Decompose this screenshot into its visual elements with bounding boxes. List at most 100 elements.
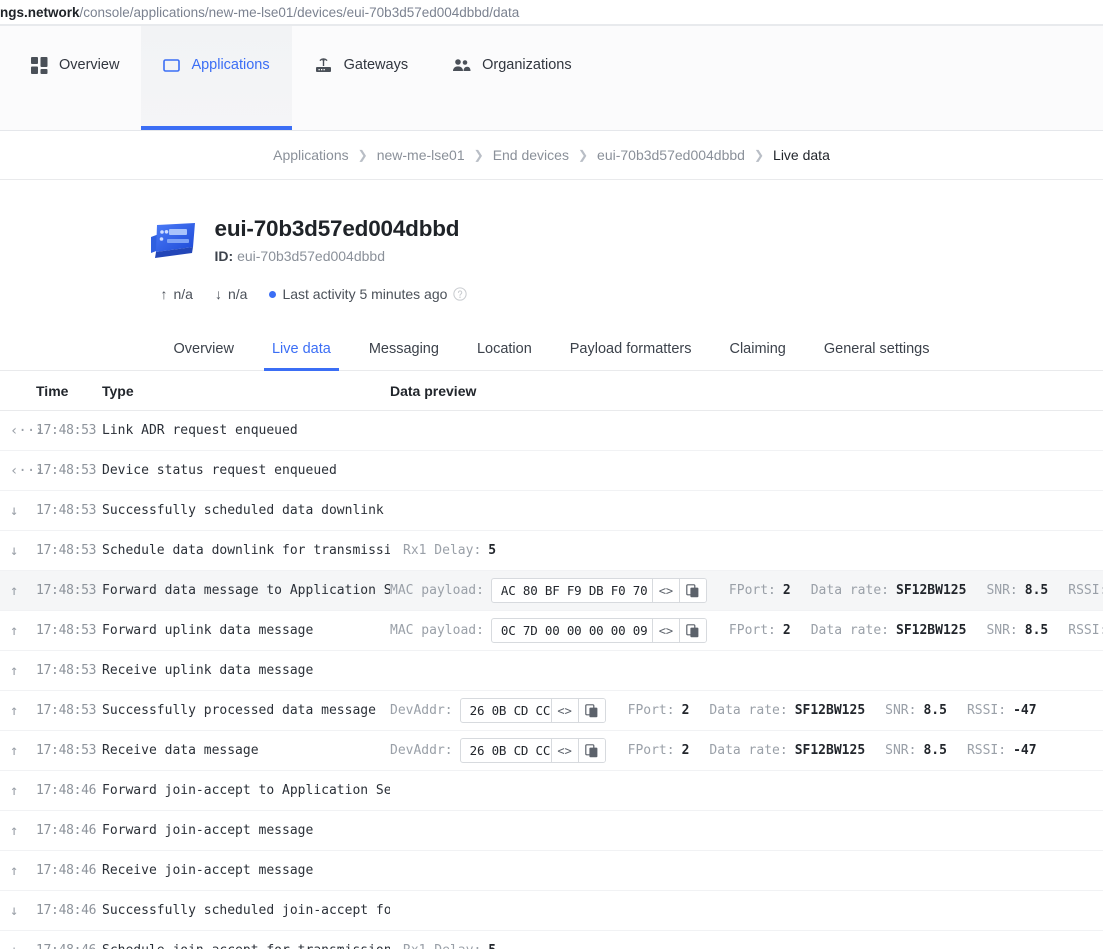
uplink-count: ↑ n/a <box>161 286 193 302</box>
payload-field[interactable]: 26 0B CD CC <> <box>459 698 606 723</box>
breadcrumb-item-4: Live data <box>773 147 830 163</box>
breadcrumb-item-3[interactable]: eui-70b3d57ed004dbbd <box>597 147 745 163</box>
meta-value: 2 <box>681 743 690 758</box>
nav-tab-gateways[interactable]: Gateways <box>292 26 430 130</box>
table-row[interactable]: ↑ 17:48:53 Forward uplink data message MAC … <box>0 611 1103 651</box>
subtab-live-data[interactable]: Live data <box>253 331 350 371</box>
meta-label: Rx1 Delay: <box>403 543 482 558</box>
meta-value: SF12BW125 <box>794 703 866 718</box>
table-row[interactable]: ↓ 17:48:53 Schedule data downlink for tran… <box>0 531 1103 571</box>
code-view-button[interactable]: <> <box>550 699 578 722</box>
table-row[interactable]: ‹··› 17:48:53 Link ADR request enqueued <box>0 411 1103 451</box>
row-type: Receive uplink data message <box>102 663 314 678</box>
breadcrumb-item-1[interactable]: new-me-lse01 <box>377 147 465 163</box>
payload-field[interactable]: AC 80 BF F9 DB F0 70 CC … <> <box>490 578 707 603</box>
meta-label: FPort: <box>627 743 675 758</box>
breadcrumb-bar: Applications ❯ new-me-lse01 ❯ End devices ❯ eu… <box>0 131 1103 180</box>
table-row[interactable]: ↑ 17:48:46 Forward join-accept message <box>0 811 1103 851</box>
meta-value: 8.5 <box>923 743 947 758</box>
browser-url-bar[interactable]: ngs.network/console/applications/new-me-… <box>0 0 1103 24</box>
table-row[interactable]: ↑ 17:48:53 Successfully processed data mes… <box>0 691 1103 731</box>
row-time: 17:48:46 <box>36 783 97 798</box>
meta-label: Data rate: <box>709 743 788 758</box>
device-id-value: eui-70b3d57ed004dbbd <box>237 248 385 264</box>
row-type: Successfully scheduled join-accept fo… <box>102 903 390 918</box>
meta-value: -47 <box>1013 743 1037 758</box>
table-row[interactable]: ‹··› 17:48:53 Device status request enqueu… <box>0 451 1103 491</box>
table-row[interactable]: ↑ 17:48:46 Receive join-accept message <box>0 851 1103 891</box>
row-data-preview: DevAddr: 26 0B CD CC <> FPort: 2 Data rate: SF… <box>390 698 1103 723</box>
table-row[interactable]: ↑ 17:48:53 Receive uplink data message <box>0 651 1103 691</box>
last-activity: Last activity 5 minutes ago <box>269 286 468 302</box>
copy-button[interactable] <box>577 739 605 762</box>
row-type: Schedule data downlink for transmissi… <box>102 543 390 558</box>
table-row[interactable]: ↑ 17:48:53 Receive data message DevAddr: 26 … <box>0 731 1103 771</box>
subtab-overview[interactable]: Overview <box>155 331 253 370</box>
nav-tab-overview[interactable]: Overview <box>9 26 141 130</box>
row-time: 17:48:46 <box>36 863 97 878</box>
row-data-preview: MAC payload: AC 80 BF F9 DB F0 70 CC … <> F… <box>390 578 1103 603</box>
breadcrumb-separator-icon: ❯ <box>577 148 589 162</box>
meta-label: FPort: <box>728 583 776 598</box>
meta-value: 5 <box>488 943 496 949</box>
device-id: ID: eui-70b3d57ed004dbbd <box>215 248 460 264</box>
meta-label: RSSI: <box>1068 583 1103 598</box>
row-time: 17:48:53 <box>36 583 97 598</box>
table-row[interactable]: ↓ 17:48:53 Successfully scheduled data dow… <box>0 491 1103 531</box>
meta-value: 8.5 <box>1024 583 1049 598</box>
meta-value: 2 <box>782 623 791 638</box>
arrow-down-icon: ↓ <box>214 286 222 302</box>
code-view-button[interactable]: <> <box>651 619 679 642</box>
top-navigation: Overview Applications Gateways Organization… <box>0 26 1103 131</box>
nav-tab-organizations[interactable]: Organizations <box>430 26 593 130</box>
breadcrumb-item-0[interactable]: Applications <box>273 147 349 163</box>
row-time: 17:48:53 <box>36 743 97 758</box>
table-row[interactable]: ↑ 17:48:53 Forward data message to Applica… <box>0 571 1103 611</box>
breadcrumb-item-2[interactable]: End devices <box>493 147 569 163</box>
meta-label: SNR: <box>885 743 917 758</box>
nav-tab-label: Overview <box>59 57 120 73</box>
column-header-data-preview: Data preview <box>390 382 477 399</box>
copy-button[interactable] <box>678 579 706 602</box>
field-label: DevAddr: <box>390 743 453 758</box>
help-icon[interactable] <box>453 287 468 301</box>
subtab-payload-formatters[interactable]: Payload formatters <box>551 331 711 370</box>
table-row[interactable]: ↑ 17:48:46 Forward join-accept to Applicat… <box>0 771 1103 811</box>
field-label: DevAddr: <box>390 703 453 718</box>
arrow-up-icon: ↑ <box>10 662 19 679</box>
subtab-messaging[interactable]: Messaging <box>350 331 458 370</box>
copy-button[interactable] <box>678 619 706 642</box>
row-time: 17:48:53 <box>36 703 97 718</box>
meta-label: Rx1 Delay: <box>403 943 481 949</box>
code-view-button[interactable]: <> <box>651 579 679 602</box>
payload-value: AC 80 BF F9 DB F0 70 CC … <box>500 583 685 598</box>
field-label: MAC payload: <box>390 623 484 638</box>
meta-label: Data rate: <box>810 583 889 598</box>
payload-field[interactable]: 0C 7D 00 00 00 00 09 B0 … <> <box>490 618 707 643</box>
table-row[interactable]: ↓ 17:48:46Schedule join-accept for transm… <box>0 931 1103 949</box>
meta-label: RSSI: <box>966 743 1007 758</box>
subtab-general-settings[interactable]: General settings <box>805 331 949 370</box>
meta-label: Data rate: <box>709 703 788 718</box>
meta-value: 5 <box>488 543 497 558</box>
device-icon <box>147 219 199 265</box>
code-view-button[interactable]: <> <box>550 739 578 762</box>
row-type: Device status request enqueued <box>102 463 337 478</box>
breadcrumb-separator-icon: ❯ <box>357 148 368 162</box>
subtab-claiming[interactable]: Claiming <box>710 331 804 370</box>
subtab-location[interactable]: Location <box>458 331 551 370</box>
device-header: eui-70b3d57ed004dbbd ID: eui-70b3d57ed00… <box>0 180 1103 302</box>
nav-tab-applications[interactable]: Applications <box>141 26 292 130</box>
row-time: 17:48:46 <box>36 823 97 838</box>
row-time: 17:48:53 <box>36 543 97 558</box>
copy-button[interactable] <box>577 699 605 722</box>
column-header-type: Type <box>102 382 134 399</box>
arrow-up-icon: ↑ <box>10 582 19 599</box>
meta-value: SF12BW125 <box>896 583 967 598</box>
arrow-up-icon: ↑ <box>10 822 19 839</box>
payload-field[interactable]: 26 0B CD CC <> <box>459 738 606 763</box>
payload-value: 0C 7D 00 00 00 00 09 B0 … <box>500 623 685 638</box>
table-row[interactable]: ↓ 17:48:46 Successfully scheduled join-acc… <box>0 891 1103 931</box>
meta-value: SF12BW125 <box>896 623 967 638</box>
arrow-up-icon: ↑ <box>10 782 19 799</box>
